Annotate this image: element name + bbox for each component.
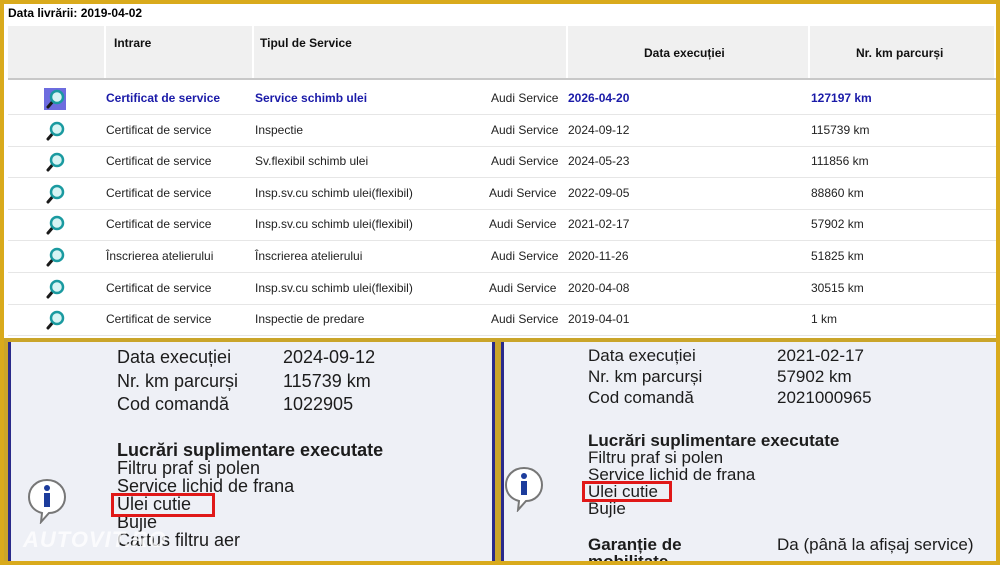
cell-km: 57902 km — [811, 217, 864, 232]
table-row[interactable]: Certificat de service Insp.sv.cu schimb u… — [8, 177, 996, 210]
date-label: Data execuției — [117, 347, 232, 367]
cell-service-type: Inspectie — [255, 122, 304, 137]
cell-date: 2020-11-26 — [568, 249, 629, 263]
order-value: 2021000965 — [777, 388, 872, 407]
cell-provider: Audi Service — [489, 280, 557, 295]
cell-entry: Certificat de service — [106, 280, 212, 295]
cell-service-type: Service schimb ulei — [255, 91, 368, 105]
date-value: 2024-09-12 — [283, 347, 376, 367]
magnifier-icon[interactable] — [44, 120, 66, 142]
guarantee-value: Da (până la afișaj service) — [777, 535, 974, 554]
magnifier-icon[interactable] — [44, 214, 66, 236]
cell-km: 111856 km — [811, 154, 869, 169]
cell-entry: Certificat de service — [106, 91, 221, 105]
cell-service-type: Insp.sv.cu schimb ulei(flexibil) — [255, 217, 413, 232]
cell-date: 2024-09-12 — [568, 122, 630, 137]
cell-service-type: Inspectie de predare — [255, 312, 365, 327]
cell-date: 2021-02-17 — [568, 217, 630, 232]
cell-service-type: Insp.sv.cu schimb ulei(flexibil) — [255, 280, 413, 295]
km-label: Nr. km parcurși — [117, 371, 239, 391]
cell-km: 30515 km — [811, 280, 864, 295]
header-execution-date[interactable]: Data execuției — [568, 26, 810, 78]
cell-provider: Audi Service — [489, 185, 557, 200]
km-value: 115739 km — [283, 371, 371, 391]
table-row[interactable]: Certificat de service Inspectie Audi Servi… — [8, 114, 996, 147]
guarantee-label: Garanție de mobilitate — [588, 535, 682, 561]
cell-service-type: Insp.sv.cu schimb ulei(flexibil) — [255, 185, 413, 200]
cell-date: 2019-04-01 — [568, 312, 630, 327]
magnifier-icon[interactable] — [44, 88, 66, 110]
delivery-date: Data livrării: 2019-04-02 — [8, 6, 143, 20]
magnifier-icon[interactable] — [44, 309, 66, 331]
cell-date: 2022-09-05 — [568, 185, 630, 200]
magnifier-icon[interactable] — [44, 183, 66, 205]
km-value: 57902 km — [777, 367, 852, 386]
cell-provider: Audi Service — [491, 312, 559, 327]
date-label: Data execuției — [588, 346, 696, 365]
cell-entry: Certificat de service — [106, 185, 212, 200]
header-entry[interactable]: Intrare — [106, 26, 254, 78]
cell-date: 2024-05-23 — [568, 154, 630, 169]
table-row[interactable]: Certificat de service Sv.flexibil schimb … — [8, 145, 996, 179]
magnifier-icon[interactable] — [44, 278, 66, 300]
magnifier-icon[interactable] — [44, 246, 66, 268]
info-icon — [504, 466, 544, 512]
cell-date: 2026-04-20 — [568, 91, 630, 105]
cell-provider: Audi Service — [491, 154, 559, 169]
cell-entry: Certificat de service — [106, 154, 212, 169]
highlight-box — [582, 481, 672, 502]
header-icon-column — [8, 26, 106, 78]
detail-panel-right: Data execuției 2021-02-17 Nr. km parcurș… — [501, 342, 996, 561]
header-divider — [8, 78, 996, 80]
detail-panel-left: Data execuției 2024-09-12 Nr. km parcurș… — [8, 342, 495, 561]
info-icon — [27, 478, 67, 524]
cell-km: 1 km — [811, 312, 838, 327]
table-row[interactable]: Certificat de service Service schimb ulei… — [8, 82, 996, 115]
order-value: 1022905 — [283, 394, 354, 414]
header-service-type[interactable]: Tipul de Service — [254, 26, 568, 78]
cell-entry: Certificat de service — [106, 312, 212, 327]
cell-provider: Audi Service — [491, 122, 559, 137]
magnifier-icon[interactable] — [44, 151, 66, 173]
table-row[interactable]: Certificat de service Inspectie de predar… — [8, 303, 996, 337]
cell-km: 127197 km — [811, 91, 872, 105]
date-value: 2021-02-17 — [777, 346, 864, 365]
header-km[interactable]: Nr. km parcurși — [810, 26, 996, 78]
table-row[interactable]: Înscrierea atelierului Înscrierea atelier… — [8, 240, 996, 273]
cell-km: 88860 km — [811, 185, 864, 200]
cell-service-type: Sv.flexibil schimb ulei — [255, 154, 369, 169]
table-row[interactable]: Certificat de service Insp.sv.cu schimb u… — [8, 272, 996, 305]
service-history-table: Data livrării: 2019-04-02 Intrare Tipul … — [4, 4, 996, 338]
order-label: Cod comandă — [117, 394, 230, 414]
order-label: Cod comandă — [588, 388, 694, 407]
extra-item: Bujie — [588, 499, 626, 518]
cell-km: 115739 km — [811, 122, 870, 137]
watermark: AUTOVIT.RO — [23, 527, 167, 552]
cell-provider: Audi Service — [491, 249, 559, 263]
cell-service-type: Înscrierea atelierului — [255, 249, 363, 263]
cell-entry: Certificat de service — [106, 217, 212, 232]
cell-entry: Înscrierea atelierului — [106, 249, 214, 263]
km-label: Nr. km parcurși — [588, 367, 703, 386]
cell-date: 2020-04-08 — [568, 280, 630, 295]
highlight-box — [111, 493, 215, 517]
cell-entry: Certificat de service — [106, 122, 212, 137]
table-row[interactable]: Certificat de service Insp.sv.cu schimb u… — [8, 208, 996, 242]
cell-provider: Audi Service — [491, 91, 559, 105]
cell-provider: Audi Service — [489, 217, 557, 232]
cell-km: 51825 km — [811, 249, 864, 263]
